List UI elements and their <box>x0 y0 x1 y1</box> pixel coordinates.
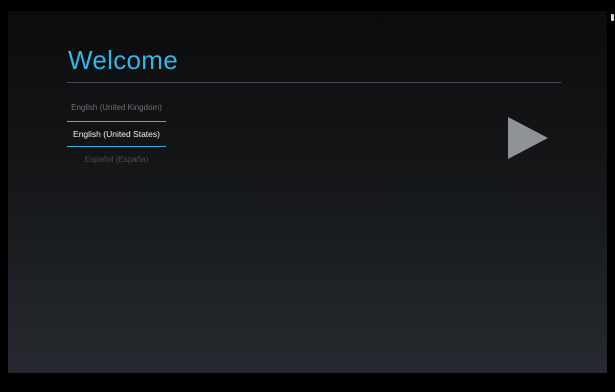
status-indicator <box>611 14 614 21</box>
language-option-en-us[interactable]: English (United States) <box>67 121 166 147</box>
device-frame: Welcome English (United Kingdom) English… <box>0 0 615 392</box>
play-arrow-icon <box>508 117 548 159</box>
next-button[interactable] <box>506 115 550 161</box>
language-option-en-gb[interactable]: English (United Kingdom) <box>67 95 166 121</box>
setup-screen: Welcome English (United Kingdom) English… <box>8 11 607 373</box>
language-picker[interactable]: English (United Kingdom) English (United… <box>67 95 166 173</box>
page-title: Welcome <box>68 45 178 75</box>
title-divider <box>67 82 561 83</box>
language-option-es-es[interactable]: Español (España) <box>67 147 166 173</box>
